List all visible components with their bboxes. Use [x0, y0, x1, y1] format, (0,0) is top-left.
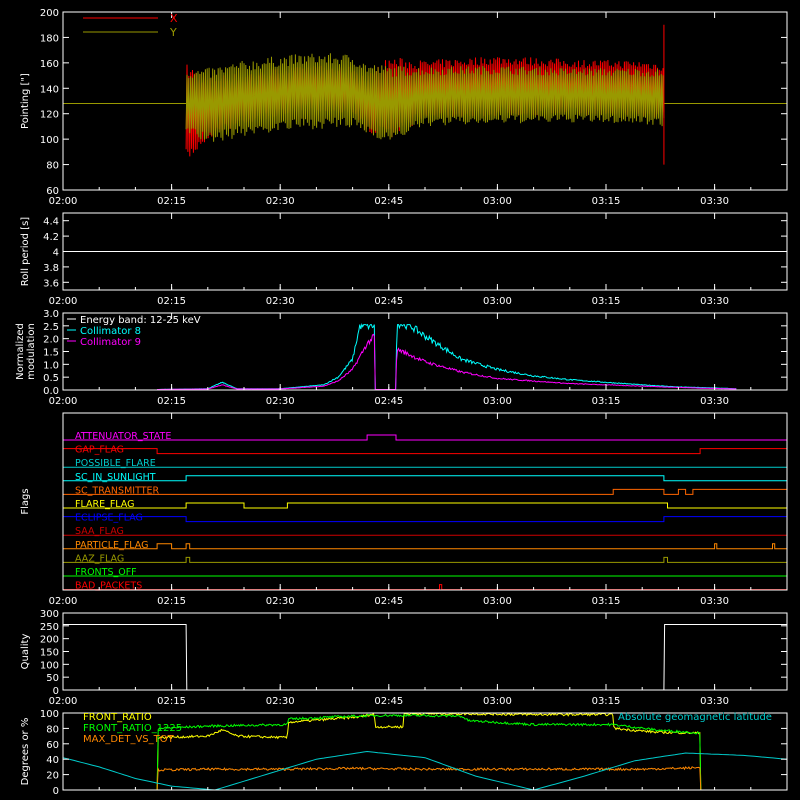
y-tick-label: 120 [40, 110, 59, 121]
y-axis-label: Flags [20, 488, 31, 514]
x-tick-label: 03:15 [592, 296, 621, 307]
y-tick-label: 300 [40, 609, 59, 620]
y-tick-label: 180 [40, 33, 59, 44]
y-axis-label: modulation [26, 323, 37, 380]
x-tick-label: 02:45 [374, 396, 403, 407]
x-tick-label: 03:15 [592, 196, 621, 207]
y-tick-label: 150 [40, 648, 59, 659]
x-tick-label: 03:30 [700, 596, 729, 607]
legend-label: Collimator 9 [80, 337, 141, 348]
y-tick-label: 80 [46, 161, 59, 172]
y-axis-label: Quality [20, 634, 31, 670]
legend-label: FRONT_RATIO_1225 [83, 723, 182, 734]
x-tick-label: 02:00 [49, 596, 78, 607]
flag-label: FLARE_FLAG [75, 499, 135, 510]
chart-canvas: 02:00 02:15 02:30 02:45 03:00 03:15 03:30 60 80 1… [0, 0, 800, 800]
y-tick-label: 50 [46, 673, 59, 684]
y-tick-label: 60 [46, 740, 59, 751]
y-tick-label: 60 [46, 186, 59, 197]
y-tick-label: 200 [40, 8, 59, 19]
x-tick-label: 03:00 [483, 596, 512, 607]
y-tick-label: 0.0 [43, 386, 59, 397]
x-tick-label: 03:30 [700, 196, 729, 207]
flag-label: SAA_FLAG [75, 526, 124, 537]
x-tick-label: 03:00 [483, 196, 512, 207]
legend-label: Collimator 8 [80, 326, 141, 337]
legend-label: Energy band: 12-25 keV [80, 315, 201, 326]
x-tick-label: 02:00 [49, 696, 78, 707]
x-tick-label: 02:15 [157, 596, 186, 607]
y-tick-label: 200 [40, 635, 59, 646]
flag-label: SC_TRANSMITTER [75, 485, 160, 496]
y-tick-label: 0 [53, 686, 59, 697]
y-axis-label: Roll period [s] [20, 217, 31, 286]
x-tick-label: 02:45 [374, 296, 403, 307]
x-tick-label: 03:15 [592, 696, 621, 707]
x-tick-label: 02:00 [49, 196, 78, 207]
x-tick-label: 02:45 [374, 596, 403, 607]
y-tick-label: 4 [53, 248, 59, 259]
y-tick-label: 4.2 [43, 232, 59, 243]
x-tick-label: 02:15 [157, 296, 186, 307]
x-tick-label: 02:30 [266, 296, 295, 307]
y-axis-label: Normalized [15, 323, 26, 380]
y-tick-label: 2.0 [43, 335, 59, 346]
flag-label: PARTICLE_FLAG [75, 540, 148, 551]
x-tick-label: 02:30 [266, 196, 295, 207]
x-tick-label: 03:15 [592, 596, 621, 607]
x-tick-label: 02:45 [374, 696, 403, 707]
y-tick-label: 100 [40, 660, 59, 671]
y-tick-label: 3.0 [43, 309, 59, 320]
flag-label: ECLIPSE_FLAG [75, 513, 143, 524]
x-tick-label: 02:15 [157, 196, 186, 207]
y-tick-label: 80 [46, 724, 59, 735]
x-tick-label: 02:15 [157, 396, 186, 407]
y-tick-label: 100 [40, 135, 59, 146]
x-tick-label: 02:30 [266, 696, 295, 707]
x-tick-label: 02:45 [374, 196, 403, 207]
flag-label: GAP_FLAG [75, 445, 124, 456]
x-tick-label: 03:30 [700, 296, 729, 307]
y-tick-label: 40 [46, 755, 59, 766]
y-axis-label: Pointing ["] [20, 73, 31, 129]
flag-label: ATTENUATOR_STATE [75, 431, 171, 442]
x-tick-label: 02:00 [49, 396, 78, 407]
y-tick-label: 100 [40, 709, 59, 720]
x-tick-label: 02:00 [49, 296, 78, 307]
y-tick-label: 3.8 [43, 263, 59, 274]
y-tick-label: 0 [53, 786, 59, 797]
y-axis-label: Degrees or % [20, 718, 31, 786]
x-tick-label: 03:00 [483, 396, 512, 407]
y-tick-label: 0.5 [43, 373, 59, 384]
x-tick-label: 02:15 [157, 696, 186, 707]
legend-label: FRONT_RATIO [83, 712, 152, 723]
y-tick-label: 3.6 [43, 278, 59, 289]
x-tick-label: 03:15 [592, 396, 621, 407]
legend-label: Absolute geomagnetic latitude [618, 712, 772, 723]
flag-label: POSSIBLE_FLARE [75, 458, 156, 469]
x-tick-label: 03:30 [700, 396, 729, 407]
y-tick-label: 2.5 [43, 322, 59, 333]
y-tick-label: 140 [40, 84, 59, 95]
flag-label: AAZ_FLAG [75, 553, 124, 564]
legend-label: X [170, 12, 178, 25]
legend-label: Y [169, 26, 177, 39]
y-tick-label: 1.0 [43, 360, 59, 371]
y-tick-label: 250 [40, 622, 59, 633]
legend-label: MAX_DET_VS_TOT [83, 734, 175, 745]
flag-label: FRONTS_OFF [75, 567, 137, 578]
x-tick-label: 03:30 [700, 696, 729, 707]
x-tick-label: 03:00 [483, 696, 512, 707]
x-tick-label: 03:00 [483, 296, 512, 307]
y-tick-label: 160 [40, 59, 59, 70]
y-tick-label: 4.4 [43, 217, 59, 228]
y-tick-label: 1.5 [43, 348, 59, 359]
x-tick-label: 02:30 [266, 396, 295, 407]
flag-label: SC_IN_SUNLIGHT [75, 472, 156, 483]
x-tick-label: 02:30 [266, 596, 295, 607]
y-tick-label: 20 [46, 771, 59, 782]
